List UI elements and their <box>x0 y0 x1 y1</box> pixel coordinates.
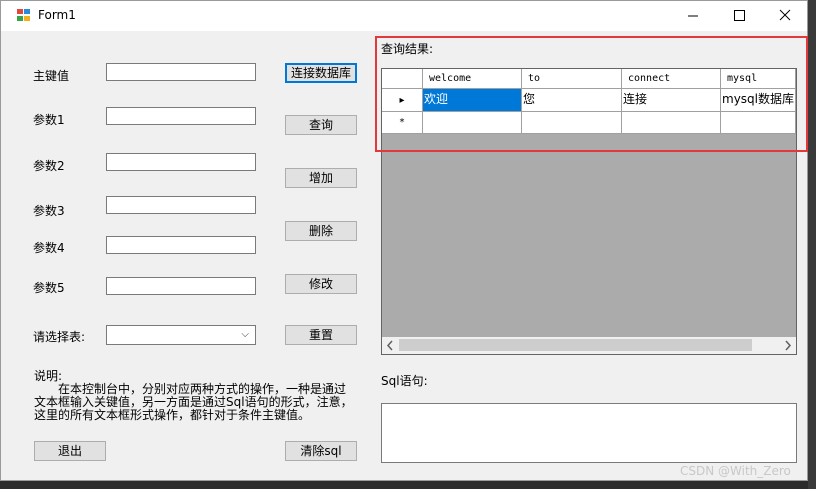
grid-cell-new[interactable] <box>423 112 522 134</box>
maximize-button[interactable] <box>716 1 762 31</box>
clear-sql-button[interactable]: 清除sql <box>285 441 357 461</box>
connect-database-button[interactable]: 连接数据库 <box>285 63 357 83</box>
param4-label: 参数4 <box>33 241 65 255</box>
grid-cell[interactable]: mysql数据库 <box>721 89 796 112</box>
sql-statement-label: Sql语句: <box>381 374 428 388</box>
grid-column-header[interactable]: mysql <box>721 69 796 89</box>
add-button[interactable]: 增加 <box>285 168 357 188</box>
scroll-right-icon[interactable] <box>784 340 792 351</box>
param4-input[interactable] <box>106 236 256 254</box>
form-window: Form1 主键值 参数1 参数2 参数3 参数4 参数5 请选择表: ⌵ 连接… <box>0 0 808 481</box>
description-line: 这里的所有文本框形式操作，都针对于条件主键值。 <box>34 408 311 422</box>
grid-cell-new[interactable] <box>522 112 622 134</box>
background-desktop <box>808 0 816 489</box>
results-grid[interactable]: welcome to connect mysql ▸ 欢迎 您 连接 mysql… <box>381 68 797 355</box>
grid-cell-selected[interactable]: 欢迎 <box>423 89 522 112</box>
query-result-label: 查询结果: <box>381 42 434 56</box>
title-bar: Form1 <box>1 1 807 31</box>
close-button[interactable] <box>762 1 808 31</box>
description: 说明: 在本控制台中，分别对应两种方式的操作，一种是通过 文本框输入关键值，另一… <box>34 370 353 422</box>
select-table-label: 请选择表: <box>33 330 86 344</box>
param5-input[interactable] <box>106 277 256 295</box>
horizontal-scrollbar[interactable] <box>382 337 796 354</box>
sql-textarea[interactable] <box>381 403 797 463</box>
scrollbar-thumb[interactable] <box>399 339 752 351</box>
param5-label: 参数5 <box>33 281 65 295</box>
param3-input[interactable] <box>106 196 256 214</box>
grid-cell-new[interactable] <box>622 112 721 134</box>
param1-label: 参数1 <box>33 113 65 127</box>
watermark: CSDN @With_Zero <box>680 464 791 478</box>
grid-column-header[interactable]: to <box>522 69 622 89</box>
exit-button[interactable]: 退出 <box>34 441 106 461</box>
primary-key-label: 主键值 <box>33 69 70 83</box>
primary-key-input[interactable] <box>106 63 256 81</box>
param3-label: 参数3 <box>33 204 65 218</box>
param2-label: 参数2 <box>33 159 65 173</box>
modify-button[interactable]: 修改 <box>285 274 357 294</box>
minimize-button[interactable] <box>670 1 716 31</box>
app-icon <box>17 9 31 22</box>
scroll-left-icon[interactable] <box>386 340 394 351</box>
grid-cell-new[interactable] <box>721 112 796 134</box>
minimize-icon <box>688 15 698 17</box>
row-selector-current[interactable]: ▸ <box>382 89 423 112</box>
maximize-icon <box>734 10 745 21</box>
grid-cell[interactable]: 您 <box>522 89 622 112</box>
grid-column-header[interactable]: connect <box>622 69 721 89</box>
table-select[interactable]: ⌵ <box>106 325 256 345</box>
param2-input[interactable] <box>106 153 256 171</box>
close-icon <box>779 9 791 21</box>
window-title: Form1 <box>38 8 76 22</box>
row-selector-new[interactable]: * <box>382 112 423 134</box>
reset-button[interactable]: 重置 <box>285 325 357 345</box>
delete-button[interactable]: 删除 <box>285 221 357 241</box>
grid-column-header[interactable]: welcome <box>423 69 522 89</box>
grid-cell[interactable]: 连接 <box>622 89 721 112</box>
grid-corner-header <box>382 69 423 89</box>
chevron-down-icon: ⌵ <box>241 329 249 340</box>
param1-input[interactable] <box>106 107 256 125</box>
query-button[interactable]: 查询 <box>285 115 357 135</box>
